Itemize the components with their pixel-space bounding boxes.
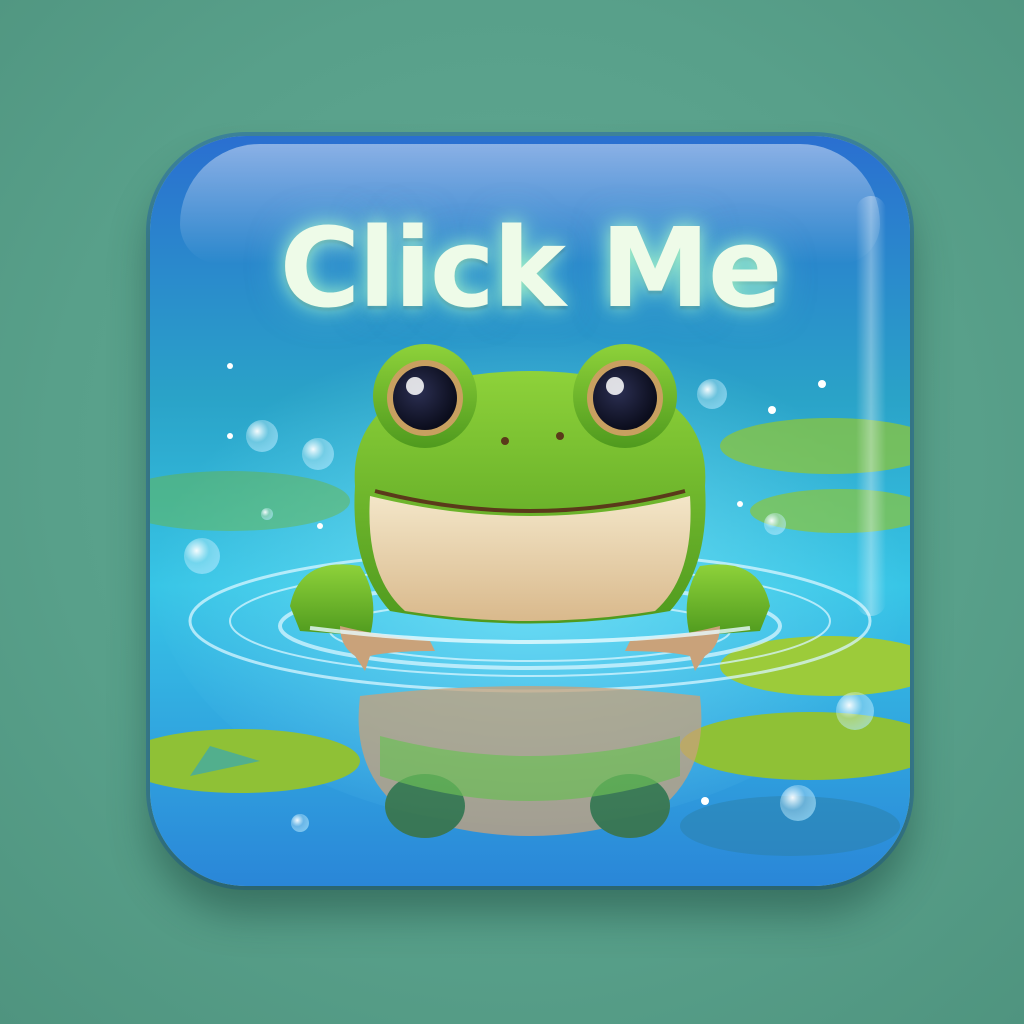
frog-reflection bbox=[358, 686, 702, 838]
page-background: Click Me bbox=[0, 0, 1024, 1024]
button-artwork bbox=[150, 136, 910, 886]
click-me-button[interactable]: Click Me bbox=[150, 136, 910, 886]
